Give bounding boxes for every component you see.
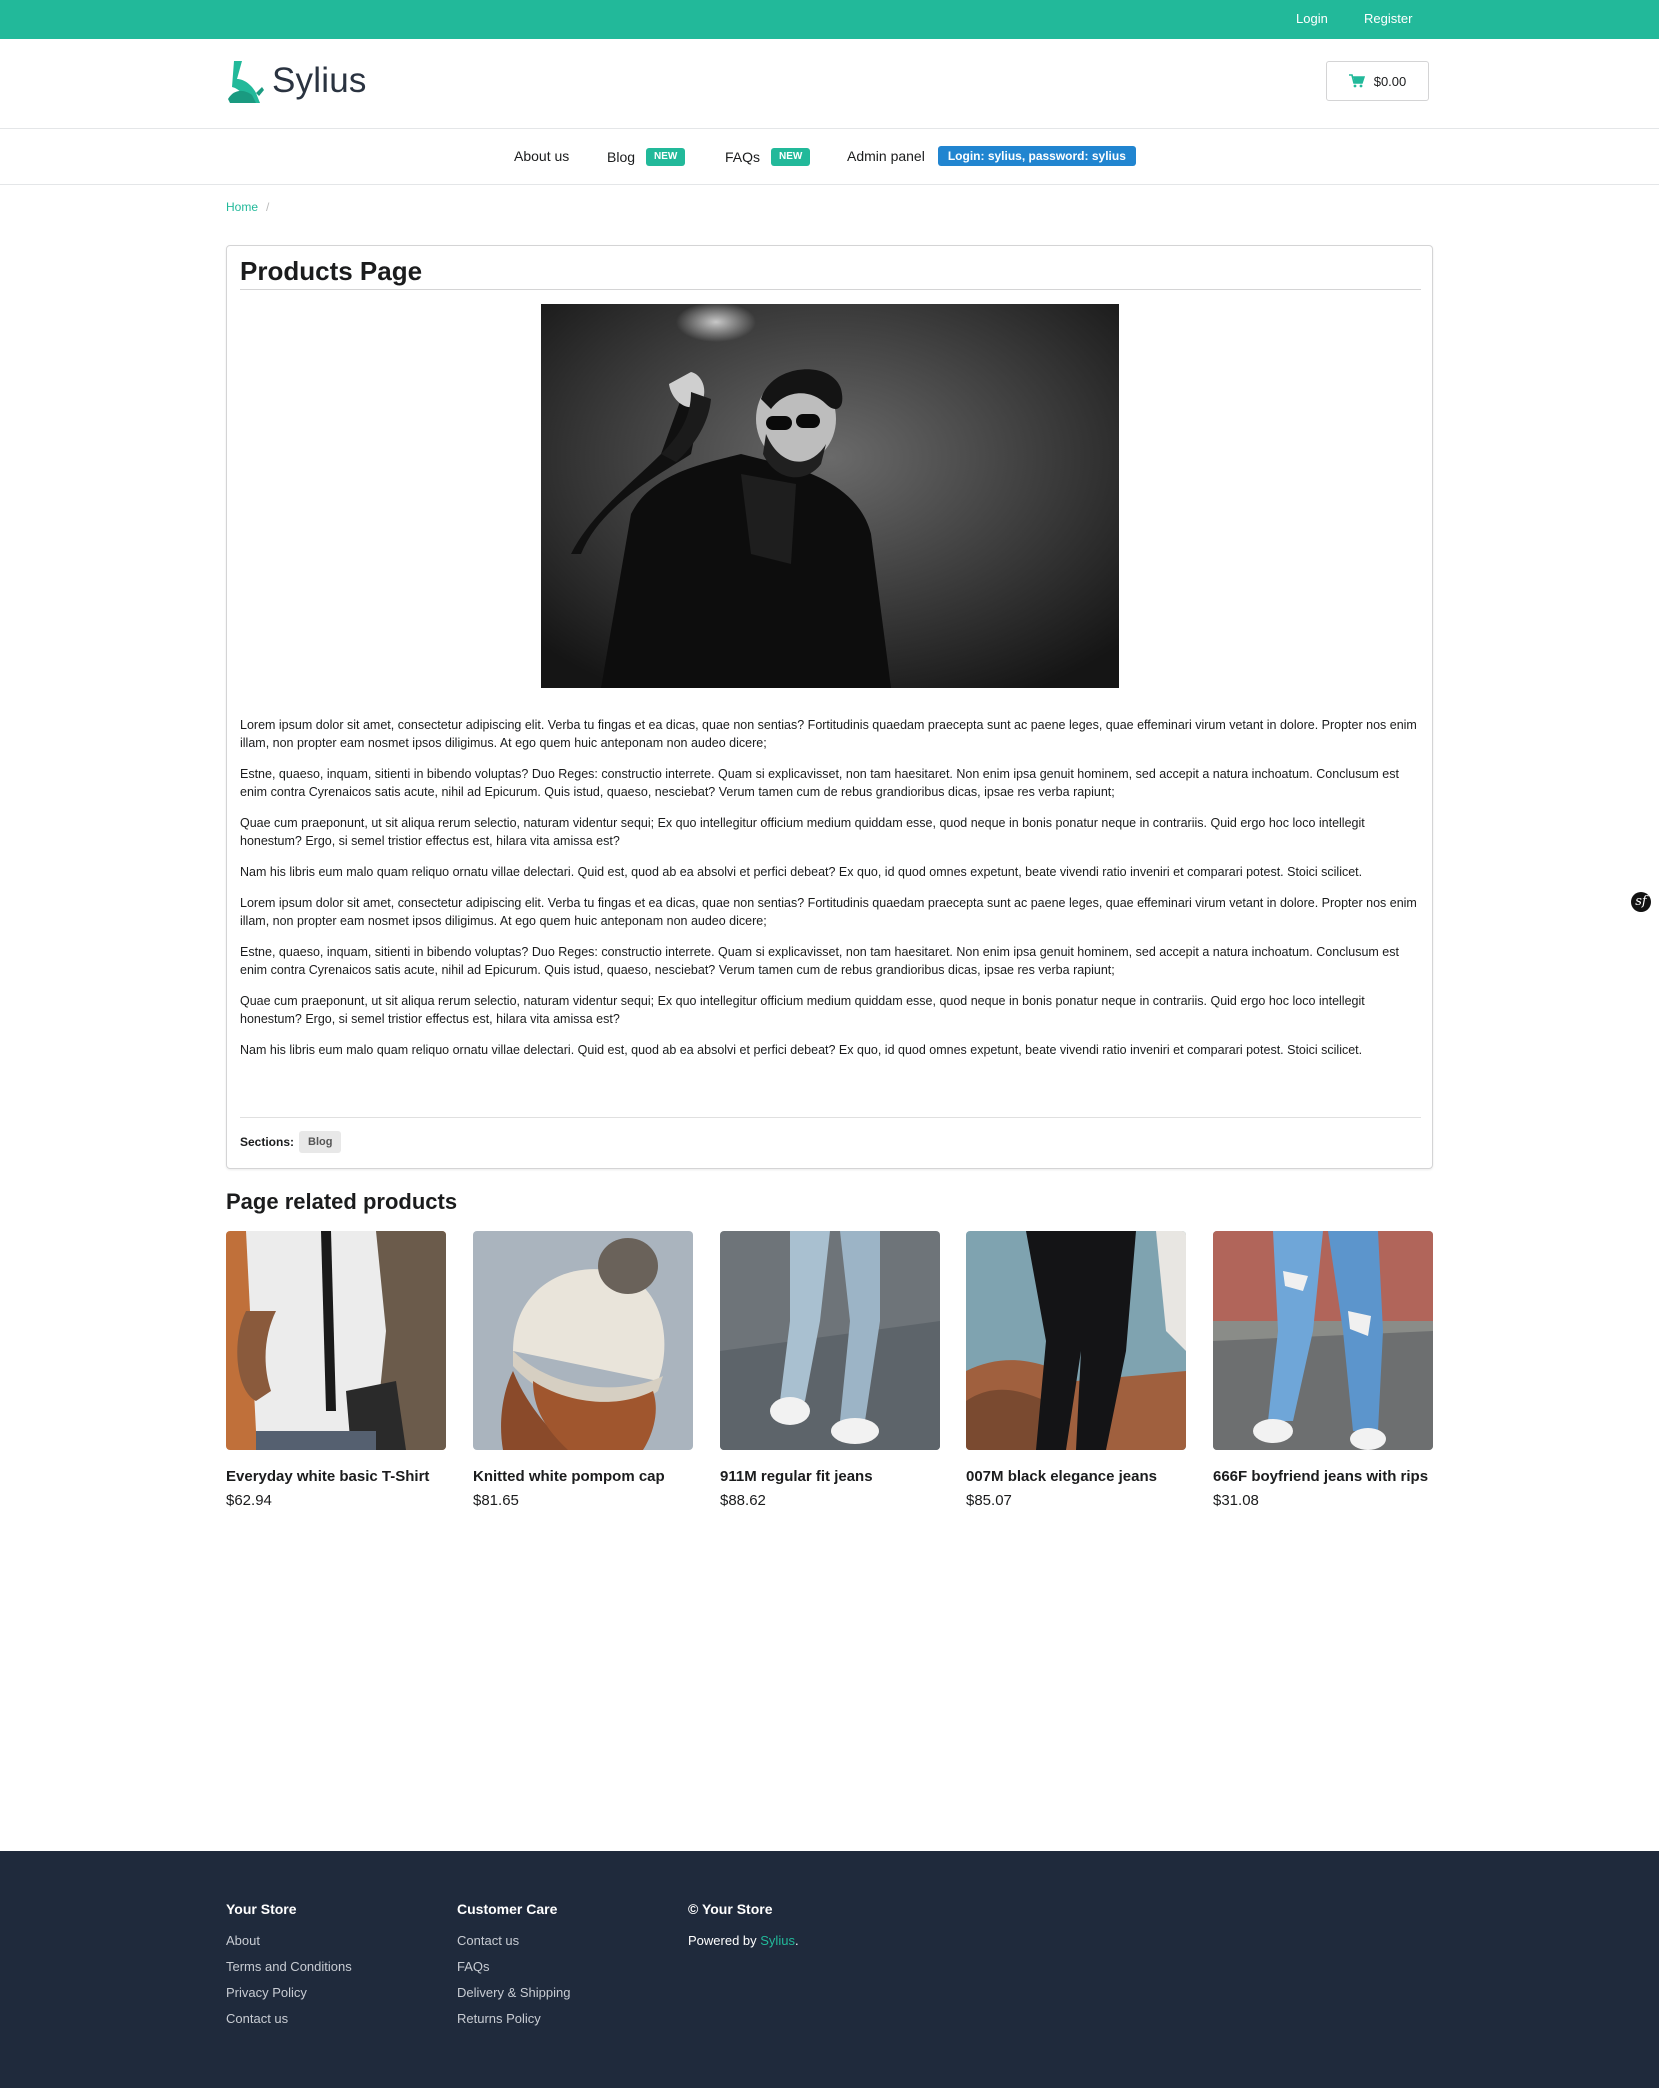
admin-credentials-badge: Login: sylius, password: sylius [937,146,1136,166]
footer-link-contact-us[interactable]: Contact us [457,1933,570,1948]
product-card[interactable]: Knitted white pompom cap $81.65 [473,1231,693,1509]
login-link[interactable]: Login [1296,11,1328,26]
product-image[interactable] [226,1231,446,1450]
register-link[interactable]: Register [1364,11,1412,26]
nav-admin-label: Admin panel [847,148,925,164]
nav-faqs-label: FAQs [725,149,761,165]
related-products-title: Page related products [226,1189,458,1214]
product-price: $85.07 [966,1492,1012,1509]
footer-link-returns[interactable]: Returns Policy [457,2011,570,2026]
nav-about-us-label: About us [514,148,570,164]
product-price: $31.08 [1213,1492,1259,1509]
sections-label: Sections: [240,1135,295,1149]
powered-by-prefix: Powered by [688,1933,761,1948]
product-name[interactable]: Everyday white basic T-Shirt [226,1467,446,1486]
sections: Sections: Blog [240,1131,342,1153]
cart-button[interactable]: $0.00 [1326,61,1429,101]
main-nav: About us Blog NEW FAQs NEW Admin panel L… [0,130,1659,185]
footer-col-title: Customer Care [457,1901,558,1917]
header: Sylius $0.00 [0,39,1659,129]
nav-about-us[interactable]: About us [514,148,569,164]
paragraph: Nam his libris eum malo quam reliquo orn… [240,1043,1363,1057]
footer-link-delivery[interactable]: Delivery & Shipping [457,1985,570,2000]
page-content: Lorem ipsum dolor sit amet, consectetur … [240,716,1421,1072]
breadcrumb-divider: / [266,200,270,214]
paragraph: Quae cum praeponunt, ut sit aliqua rerum… [240,816,1365,848]
page-card: Products Page Lorem ipsum dolor sit amet… [226,245,1433,1169]
nav-admin-panel[interactable]: Admin panel Login: sylius, password: syl… [847,146,1136,166]
symfony-icon[interactable]: sf [1631,892,1651,912]
product-image[interactable] [966,1231,1186,1450]
product-image[interactable] [1213,1231,1433,1450]
product-card[interactable]: 007M black elegance jeans $85.07 [966,1231,1186,1509]
title-divider [240,289,1421,290]
powered-by-suffix: . [794,1933,799,1948]
footer-col-title: Your Store [226,1901,297,1917]
footer-col-copyright: © Your Store Powered by Sylius. [688,1901,799,1948]
nav-faqs[interactable]: FAQs NEW [725,148,811,166]
paragraph: Lorem ipsum dolor sit amet, consectetur … [240,718,1417,750]
logo[interactable]: Sylius [226,59,367,103]
product-card[interactable]: 666F boyfriend jeans with rips $31.08 [1213,1231,1433,1509]
paragraph: Estne, quaeso, inquam, sitienti in biben… [240,945,1399,977]
product-name[interactable]: 007M black elegance jeans [966,1467,1186,1486]
section-tag-blog[interactable]: Blog [299,1131,342,1153]
footer-link-faqs[interactable]: FAQs [457,1959,570,1974]
breadcrumb: Home / [226,200,269,214]
nav-blog-label: Blog [607,149,636,165]
product-card[interactable]: Everyday white basic T-Shirt $62.94 [226,1231,446,1509]
product-name[interactable]: 666F boyfriend jeans with rips [1213,1467,1433,1486]
cart-total: $0.00 [1373,73,1407,89]
product-price: $81.65 [473,1492,519,1509]
product-price: $88.62 [720,1492,766,1509]
nav-blog[interactable]: Blog NEW [607,148,686,166]
logo-text: Sylius [272,61,367,100]
product-card[interactable]: 911M regular fit jeans $88.62 [720,1231,940,1509]
powered-by: Powered by Sylius. [688,1933,799,1948]
paragraph: Quae cum praeponunt, ut sit aliqua rerum… [240,994,1365,1026]
footer-link-about[interactable]: About [226,1933,352,1948]
paragraph: Lorem ipsum dolor sit amet, consectetur … [240,896,1417,928]
cart-icon [1348,74,1365,88]
product-image[interactable] [473,1231,693,1450]
faqs-new-badge: NEW [771,148,811,166]
product-image[interactable] [720,1231,940,1450]
footer-link-contact[interactable]: Contact us [226,2011,352,2026]
hero-image [541,304,1119,688]
sylius-logo-icon [228,61,264,103]
product-name[interactable]: 911M regular fit jeans [720,1467,940,1486]
blog-new-badge: NEW [646,148,686,166]
footer-copyright: © Your Store [688,1901,773,1917]
product-price: $62.94 [226,1492,272,1509]
paragraph: Nam his libris eum malo quam reliquo orn… [240,865,1363,879]
paragraph: Estne, quaeso, inquam, sitienti in biben… [240,767,1399,799]
sections-divider [240,1117,1421,1118]
product-name[interactable]: Knitted white pompom cap [473,1467,693,1486]
footer-col-store: Your Store About Terms and Conditions Pr… [226,1901,352,2037]
footer-col-customer-care: Customer Care Contact us FAQs Delivery &… [457,1901,570,2037]
footer: Your Store About Terms and Conditions Pr… [0,1851,1659,2088]
breadcrumb-home[interactable]: Home [226,200,258,214]
page-title: Products Page [240,256,423,286]
top-bar: Login Register [0,0,1659,39]
sylius-link[interactable]: Sylius [760,1933,795,1948]
footer-link-terms[interactable]: Terms and Conditions [226,1959,352,1974]
footer-link-privacy[interactable]: Privacy Policy [226,1985,352,2000]
